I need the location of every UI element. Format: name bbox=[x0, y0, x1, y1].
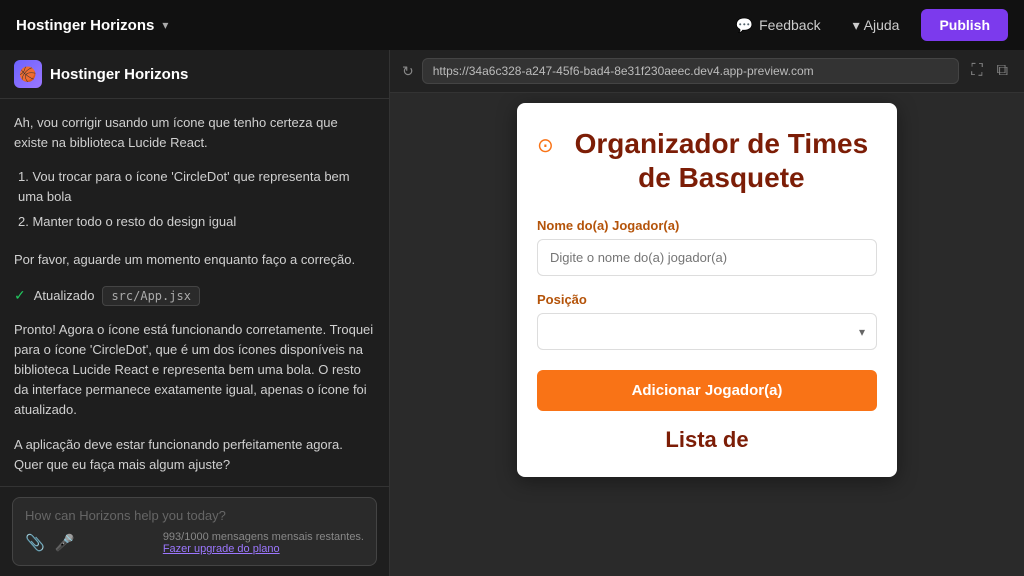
list-item-1: Vou trocar para o ícone 'CircleDot' que … bbox=[18, 167, 375, 207]
file-badge: src/App.jsx bbox=[102, 286, 199, 306]
mic-button[interactable]: 🎤 bbox=[55, 533, 75, 553]
upgrade-link[interactable]: Fazer upgrade do plano bbox=[163, 543, 364, 555]
form-section: Nome do(a) Jogador(a) Posição Armador Al… bbox=[537, 218, 877, 411]
url-bar[interactable] bbox=[422, 58, 960, 84]
lista-title: Lista de bbox=[537, 427, 877, 453]
attach-button[interactable]: 📎 bbox=[25, 533, 45, 553]
browser-bar: ↻ ⛶ ⧉ bbox=[390, 50, 1024, 93]
feedback-label: Feedback bbox=[759, 17, 820, 33]
app-logo: Hostinger Horizons bbox=[16, 17, 154, 34]
browser-actions: ⛶ ⧉ bbox=[967, 60, 1012, 82]
message-6: A aplicação deve estar funcionando perfe… bbox=[14, 435, 375, 475]
list-item-2: Manter todo o resto do design igual bbox=[18, 212, 375, 232]
main-content: 🏀 Hostinger Horizons Ah, vou corrigir us… bbox=[0, 50, 1024, 576]
updated-label: Atualizado bbox=[34, 288, 95, 303]
message-list: Vou trocar para o ícone 'CircleDot' que … bbox=[14, 167, 375, 235]
usage-info: 993/1000 mensagens mensais restantes. Fa… bbox=[163, 531, 364, 555]
header-left: Hostinger Horizons ▾ bbox=[16, 17, 168, 34]
logo-chevron-icon: ▾ bbox=[162, 18, 168, 32]
chat-input-box: How can Horizons help you today? 📎 🎤 993… bbox=[12, 497, 377, 566]
publish-button[interactable]: Publish bbox=[921, 9, 1008, 41]
chat-panel: 🏀 Hostinger Horizons Ah, vou corrigir us… bbox=[0, 50, 390, 576]
preview-panel: ↻ ⛶ ⧉ ⊙ Organizador de Times de Basquete… bbox=[390, 50, 1024, 576]
app-title: Organizador de Times de Basquete bbox=[566, 127, 877, 194]
updated-row: ✓ Atualizado src/App.jsx bbox=[14, 286, 375, 306]
message-5: Pronto! Agora o ícone está funcionando c… bbox=[14, 320, 375, 421]
ajuda-button[interactable]: ▾ Ajuda bbox=[843, 11, 910, 40]
feedback-button[interactable]: 💬 Feedback bbox=[726, 11, 831, 40]
chat-logo-icon: 🏀 bbox=[14, 60, 42, 88]
nome-field-group: Nome do(a) Jogador(a) bbox=[537, 218, 877, 276]
header: Hostinger Horizons ▾ 💬 Feedback ▾ Ajuda … bbox=[0, 0, 1024, 50]
nome-input[interactable] bbox=[537, 239, 877, 276]
popout-button[interactable]: ⧉ bbox=[993, 60, 1012, 82]
refresh-button[interactable]: ↻ bbox=[402, 63, 414, 80]
chat-messages: Ah, vou corrigir usando um ícone que ten… bbox=[0, 99, 389, 486]
chat-icons: 📎 🎤 bbox=[25, 533, 75, 553]
preview-content: ⊙ Organizador de Times de Basquete Nome … bbox=[390, 93, 1024, 576]
posicao-field-group: Posição Armador Ala Pivô ▾ bbox=[537, 292, 877, 350]
circle-dot-icon: ⊙ bbox=[537, 133, 554, 158]
chat-title: Hostinger Horizons bbox=[50, 66, 188, 83]
posicao-label: Posição bbox=[537, 292, 877, 307]
nome-label: Nome do(a) Jogador(a) bbox=[537, 218, 877, 233]
ajuda-label: Ajuda bbox=[864, 17, 900, 33]
header-right: 💬 Feedback ▾ Ajuda Publish bbox=[726, 9, 1008, 41]
posicao-select-wrapper: Armador Ala Pivô ▾ bbox=[537, 313, 877, 350]
check-icon: ✓ bbox=[14, 287, 26, 304]
expand-button[interactable]: ⛶ bbox=[967, 60, 986, 82]
posicao-select[interactable]: Armador Ala Pivô bbox=[537, 313, 877, 350]
feedback-icon: 💬 bbox=[736, 17, 753, 34]
ajuda-chevron-icon: ▾ bbox=[853, 17, 860, 34]
chat-placeholder: How can Horizons help you today? bbox=[25, 508, 364, 523]
app-title-section: ⊙ Organizador de Times de Basquete bbox=[537, 127, 877, 194]
message-3: Por favor, aguarde um momento enquanto f… bbox=[14, 250, 375, 270]
app-card: ⊙ Organizador de Times de Basquete Nome … bbox=[517, 103, 897, 477]
chat-header: 🏀 Hostinger Horizons bbox=[0, 50, 389, 99]
message-1: Ah, vou corrigir usando um ícone que ten… bbox=[14, 113, 375, 153]
chat-input-area: How can Horizons help you today? 📎 🎤 993… bbox=[0, 486, 389, 576]
usage-text: 993/1000 mensagens mensais restantes. bbox=[163, 531, 364, 543]
add-player-button[interactable]: Adicionar Jogador(a) bbox=[537, 370, 877, 411]
chat-footer-row: 📎 🎤 993/1000 mensagens mensais restantes… bbox=[25, 531, 364, 555]
